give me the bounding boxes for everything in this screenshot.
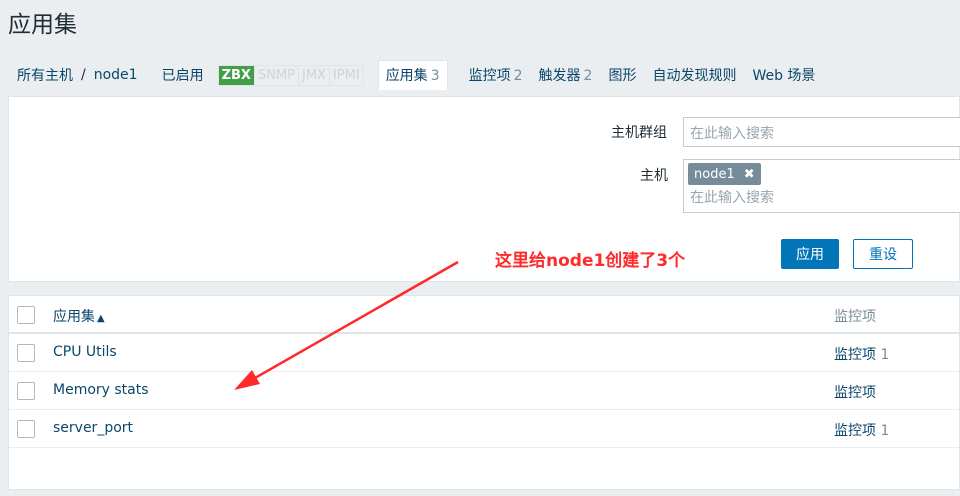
availability-indicators: ZBX SNMP JMX IPMI (217, 64, 364, 86)
breadcrumb-separator: / (81, 67, 86, 83)
annotation-text: 这里给node1创建了3个 (495, 251, 686, 271)
tab-applications[interactable]: 应用集 3 (377, 60, 448, 90)
apply-button[interactable]: 应用 (781, 239, 839, 269)
availability-zbx: ZBX (218, 65, 254, 85)
application-name-link[interactable]: Memory stats (53, 382, 149, 398)
host-group-input[interactable]: 在此输入搜索 (683, 117, 960, 147)
tab-count: 2 (583, 68, 593, 84)
availability-jmx: JMX (297, 65, 329, 85)
host-label: 主机 (640, 168, 668, 184)
items-link[interactable]: 监控项 (834, 347, 876, 363)
remove-chip-icon[interactable]: ✖ (744, 167, 755, 182)
select-all-checkbox[interactable] (17, 306, 35, 324)
availability-snmp: SNMP (253, 65, 298, 85)
host-status-enabled[interactable]: 已启用 (162, 65, 204, 85)
filter-panel: 主机群组 在此输入搜索 主机 node1 ✖ 在此输入搜索 应用 重设 (8, 96, 960, 282)
items-count: 1 (880, 347, 890, 363)
host-group-placeholder: 在此输入搜索 (690, 126, 774, 142)
breadcrumb-host[interactable]: node1 (94, 67, 138, 83)
tab-count: 3 (430, 68, 440, 84)
table-header: 应用集 ▲ 监控项 (9, 296, 959, 334)
items-link[interactable]: 监控项 (834, 385, 876, 401)
table-row: Memory stats 监控项 (9, 372, 959, 410)
row-checkbox[interactable] (17, 344, 35, 362)
tab-label: 监控项 (468, 68, 511, 84)
row-checkbox[interactable] (17, 382, 35, 400)
host-chip: node1 ✖ (688, 163, 761, 185)
items-count: 1 (880, 423, 890, 439)
application-name-link[interactable]: server_port (53, 420, 133, 436)
items-link[interactable]: 监控项 (834, 423, 876, 439)
tab-count: 2 (513, 68, 523, 84)
breadcrumb-all-hosts[interactable]: 所有主机 (17, 65, 73, 85)
column-items-header: 监控项 (834, 309, 876, 325)
host-chip-label: node1 (694, 166, 735, 182)
tab-label: Web 场景 (752, 68, 816, 84)
row-checkbox[interactable] (17, 420, 35, 438)
tab-triggers[interactable]: 触发器 2 (532, 61, 600, 89)
column-name-label[interactable]: 应用集 (53, 309, 95, 325)
column-name-header[interactable]: 应用集 ▲ (53, 306, 105, 326)
table-row: CPU Utils 监控项 1 (9, 334, 959, 372)
tab-web-scenarios[interactable]: Web 场景 (745, 61, 822, 89)
sort-asc-icon: ▲ (97, 313, 105, 324)
page-title: 应用集 (8, 12, 77, 38)
tab-label: 应用集 (385, 68, 428, 84)
host-placeholder: 在此输入搜索 (690, 190, 774, 206)
tab-graphs[interactable]: 图形 (601, 61, 643, 89)
tab-discovery-rules[interactable]: 自动发现规则 (645, 61, 743, 89)
host-input[interactable]: node1 ✖ 在此输入搜索 (683, 159, 960, 213)
host-nav: 所有主机 / node1 已启用 ZBX SNMP JMX IPMI 应用集 3 … (8, 58, 960, 92)
reset-button[interactable]: 重设 (853, 239, 913, 269)
table-row: server_port 监控项 1 (9, 410, 959, 448)
tab-items[interactable]: 监控项 2 (462, 61, 530, 89)
availability-ipmi: IPMI (328, 65, 363, 85)
tab-label: 触发器 (538, 68, 581, 84)
applications-table: 应用集 ▲ 监控项 CPU Utils 监控项 1 Memory stats 监控… (8, 295, 960, 490)
application-name-link[interactable]: CPU Utils (53, 344, 117, 360)
host-group-label: 主机群组 (611, 125, 667, 141)
tab-label: 图形 (608, 68, 637, 84)
tab-label: 自动发现规则 (652, 68, 737, 84)
